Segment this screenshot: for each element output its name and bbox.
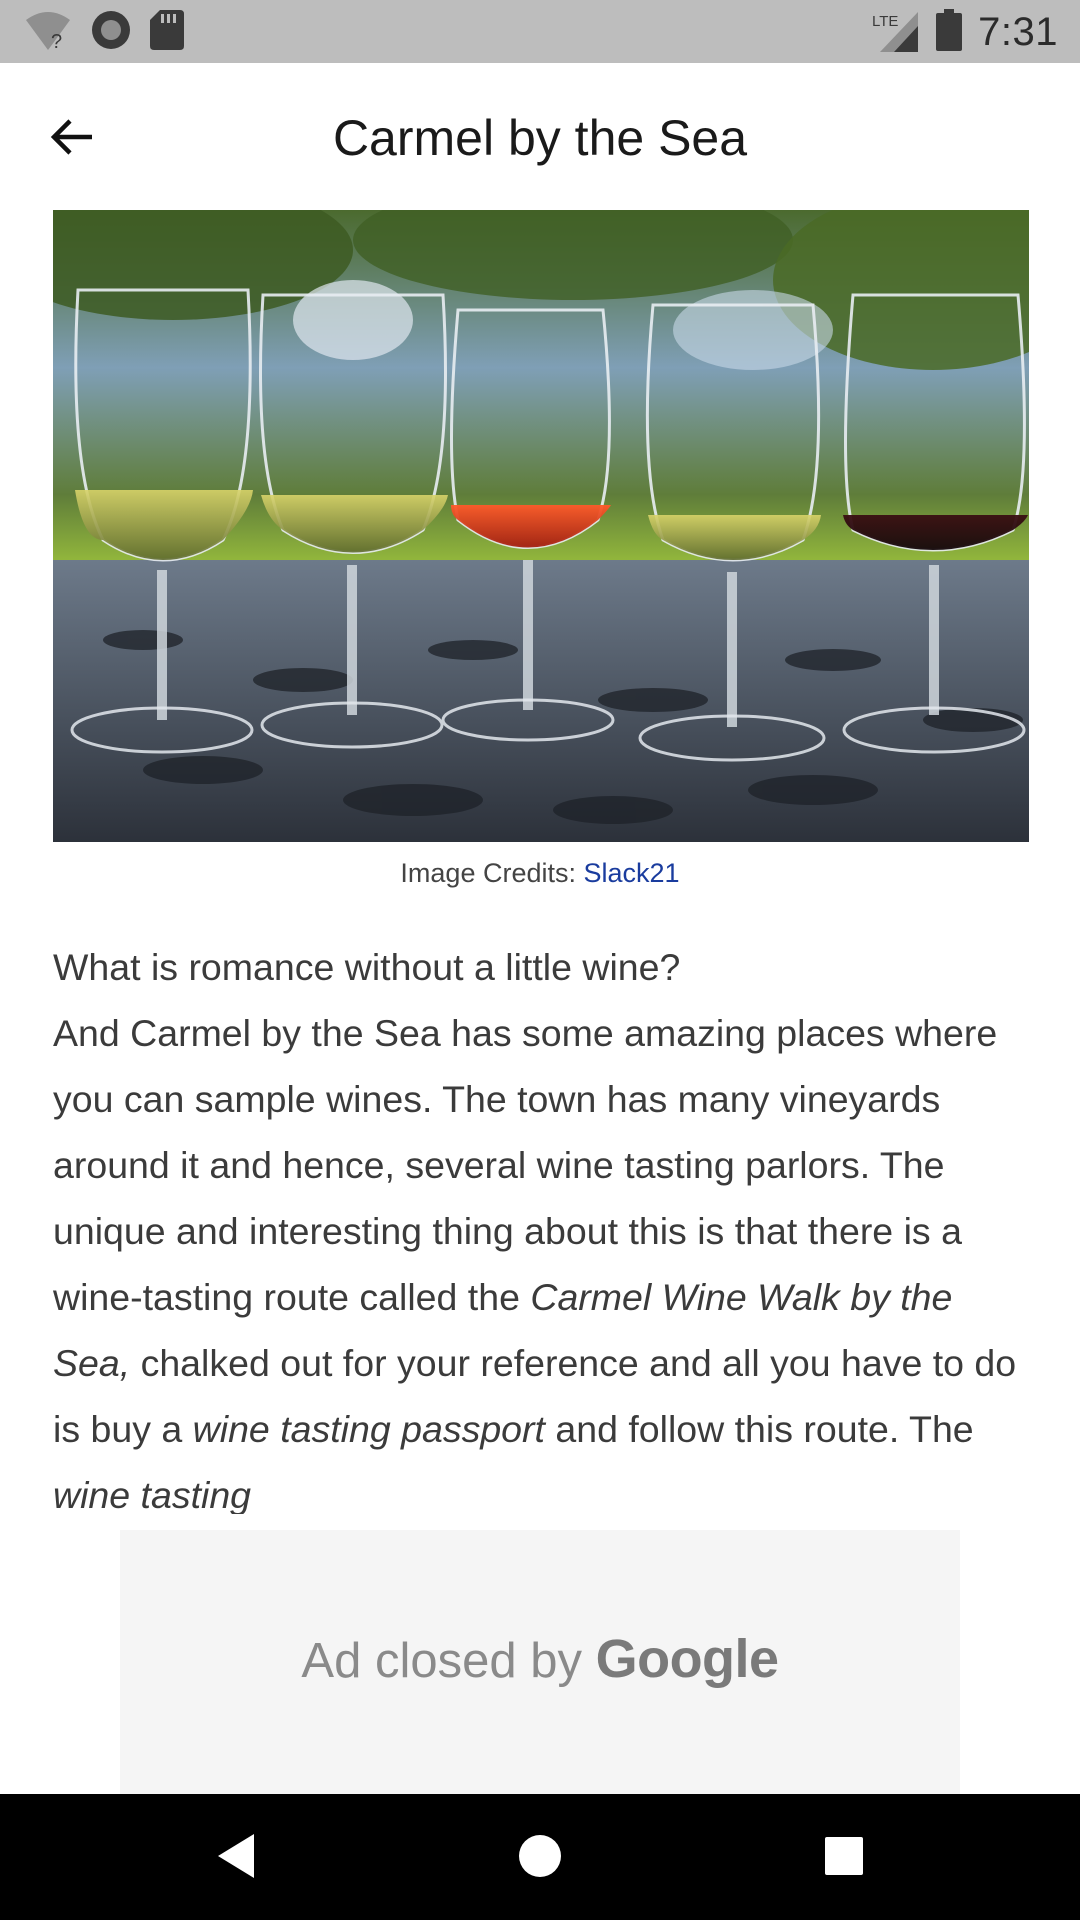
status-left-icons: ?: [24, 8, 184, 56]
hero-image: [53, 210, 1029, 842]
ad-closed-label: Ad closed by: [301, 1634, 596, 1688]
article-text-a: And Carmel by the Sea has some amazing p…: [53, 1012, 998, 1318]
app-bar: Carmel by the Sea: [0, 63, 1080, 210]
ad-closed-banner: Ad closed by Google: [120, 1530, 960, 1794]
status-right-icons: LTE 7:31: [872, 8, 1058, 56]
app-root: ? LTE 7:31 Carmel by the Sea Image Credi…: [0, 0, 1080, 1920]
article-emphasis-2: wine tasting passport: [192, 1408, 545, 1450]
nav-back-button[interactable]: [200, 1822, 272, 1894]
article-line-1: What is romance without a little wine?: [53, 946, 681, 988]
status-bar: ? LTE 7:31: [0, 0, 1080, 63]
credits-link[interactable]: Slack21: [584, 858, 680, 888]
article-emphasis-3: wine tasting: [53, 1474, 252, 1514]
sync-circle-icon: [90, 9, 132, 56]
sd-card-icon: [150, 9, 184, 55]
triangle-back-icon: [214, 1832, 258, 1885]
circle-home-icon: [517, 1833, 563, 1884]
svg-text:?: ?: [51, 31, 62, 50]
lte-signal-icon: LTE: [872, 8, 920, 57]
battery-icon: [936, 8, 963, 56]
nav-recents-button[interactable]: [808, 1822, 880, 1894]
image-credits: Image Credits: Slack21: [0, 858, 1080, 889]
wifi-question-icon: ?: [24, 10, 72, 55]
clock-time: 7:31: [978, 9, 1058, 54]
wine-glasses-photo: [53, 210, 1029, 842]
page-title: Carmel by the Sea: [332, 110, 748, 166]
google-wordmark: Google: [595, 1629, 780, 1689]
ad-closed-text: Ad closed by Google: [120, 1628, 960, 1690]
credits-label: Image Credits:: [400, 858, 584, 888]
system-nav-bar: [0, 1794, 1080, 1920]
article-text-c: and follow this route. The: [544, 1408, 974, 1450]
square-recents-icon: [824, 1836, 864, 1881]
lte-label: LTE: [872, 13, 898, 30]
nav-home-button[interactable]: [504, 1822, 576, 1894]
article-paragraph: And Carmel by the Sea has some amazing p…: [53, 1000, 1033, 1514]
article-body: What is romance without a little wine? A…: [53, 934, 1033, 1514]
